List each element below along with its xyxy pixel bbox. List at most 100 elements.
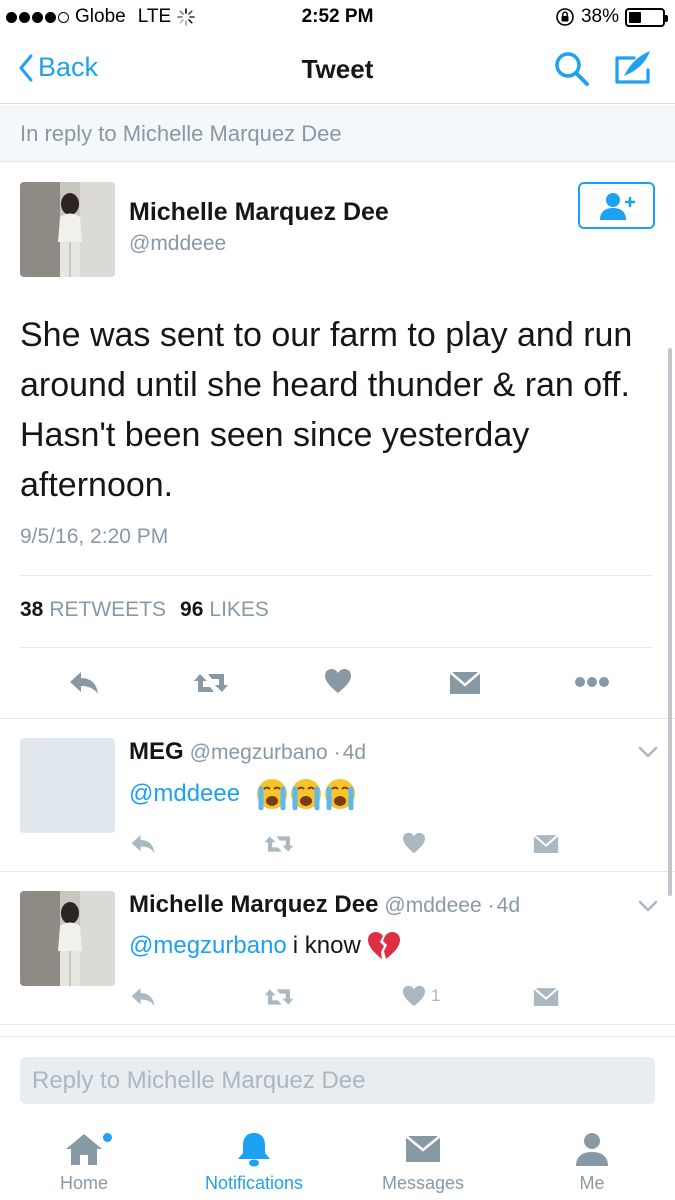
broken-heart-icon: [367, 932, 400, 959]
divider: [0, 718, 675, 719]
direct-message-button[interactable]: [533, 833, 559, 855]
tab-notifications[interactable]: Notifications: [184, 1131, 324, 1194]
author-handle[interactable]: @mddeee: [129, 232, 226, 256]
direct-message-button[interactable]: [449, 670, 481, 696]
direct-message-button[interactable]: [533, 986, 559, 1008]
like-button[interactable]: [402, 832, 426, 854]
retweets-label: RETWEETS: [49, 598, 167, 621]
author-name[interactable]: Michelle Marquez Dee: [129, 198, 389, 227]
like-button[interactable]: [324, 668, 352, 694]
emoji-group: [256, 778, 356, 810]
retweet-button[interactable]: [192, 670, 230, 696]
avatar-photo: [20, 891, 115, 986]
battery-fill: [629, 11, 642, 23]
reply-author-name[interactable]: MEG: [129, 738, 184, 766]
likes-stat[interactable]: 96 LIKES: [180, 598, 269, 622]
chevron-down-icon: [638, 900, 658, 912]
heart-icon: [403, 985, 425, 1007]
avatar-photo: [20, 182, 115, 277]
status-right: 38%: [555, 6, 668, 28]
tab-bar: Home Notifications Messages Me: [0, 1121, 675, 1200]
like-count: 1: [431, 986, 441, 1005]
retweet-button[interactable]: [263, 986, 295, 1008]
tab-me[interactable]: Me: [522, 1131, 662, 1194]
person-icon: [576, 1133, 608, 1166]
reply-icon: [131, 835, 155, 853]
divider: [0, 871, 675, 872]
reply-input[interactable]: [20, 1057, 655, 1104]
tab-messages[interactable]: Messages: [353, 1131, 493, 1194]
reply-button[interactable]: [130, 833, 156, 855]
likes-count: 96: [180, 598, 204, 621]
compose-tweet-button[interactable]: [612, 48, 654, 93]
reply-author-handle[interactable]: @mddeee: [384, 894, 481, 918]
more-options-button[interactable]: [574, 676, 610, 688]
crying-face-icon: [291, 779, 322, 810]
reply-avatar-placeholder[interactable]: [20, 738, 115, 833]
crying-face-icon: [257, 779, 288, 810]
like-button[interactable]: 1: [402, 985, 440, 1007]
rotation-lock-icon: [556, 8, 574, 26]
follow-button[interactable]: [578, 182, 655, 229]
tab-home[interactable]: Home: [14, 1131, 154, 1194]
heart-icon: [403, 832, 425, 854]
reply-author-name[interactable]: Michelle Marquez Dee: [129, 891, 378, 919]
envelope-icon: [533, 834, 559, 853]
reply-time: 4d: [342, 741, 367, 764]
crying-face-icon: [325, 779, 356, 810]
search-button[interactable]: [553, 50, 591, 93]
reply-separator: ·: [333, 741, 341, 764]
retweets-count: 38: [20, 598, 44, 621]
heart-icon: [325, 669, 351, 693]
status-bar: Globe LTE 2:52 PM 38%: [0, 0, 675, 36]
reply-menu-button[interactable]: [638, 899, 658, 917]
reply-actions: 1: [0, 981, 675, 1017]
reply-button[interactable]: [130, 986, 156, 1008]
reply-actions: [0, 828, 675, 864]
reply-mention[interactable]: @megzurbano: [129, 932, 287, 960]
author-avatar[interactable]: [20, 182, 115, 277]
retweet-icon: [264, 989, 294, 1005]
reply-header: MEG @megzurbano · 4d: [129, 738, 366, 766]
compose-quill-icon: [615, 51, 650, 84]
home-notification-dot: [103, 1133, 112, 1142]
tab-messages-label: Messages: [381, 1173, 465, 1193]
reply-composer: [0, 1036, 675, 1121]
tweet-text: She was sent to our farm to play and run…: [20, 316, 633, 504]
tweet-stats: 38 RETWEETS 96 LIKES: [20, 598, 275, 622]
divider: [0, 1024, 675, 1025]
reply-avatar[interactable]: [20, 891, 115, 986]
reply-text: @mddeee: [129, 778, 356, 810]
search-icon: [555, 52, 589, 86]
more-dots-icon: [575, 677, 609, 687]
reply-header: Michelle Marquez Dee @mddeee · 4d: [129, 891, 520, 919]
reply-icon: [131, 988, 155, 1006]
retweet-icon: [264, 836, 294, 852]
nav-bar: Back Tweet: [0, 36, 675, 104]
reply-button[interactable]: [68, 670, 100, 696]
envelope-icon: [533, 987, 559, 1006]
divider: [20, 647, 652, 648]
tab-me-label: Me: [579, 1173, 605, 1193]
scrollbar[interactable]: [668, 348, 672, 896]
reply-time: 4d: [496, 894, 520, 917]
retweets-stat[interactable]: 38 RETWEETS: [20, 598, 166, 622]
in-reply-to-banner[interactable]: In reply to Michelle Marquez Dee: [0, 105, 675, 162]
retweet-button[interactable]: [263, 833, 295, 855]
divider: [20, 575, 652, 576]
tweet-date[interactable]: 9/5/16, 2:20 PM: [20, 525, 168, 549]
likes-label: LIKES: [209, 598, 269, 621]
tweet-actions: [0, 658, 675, 718]
add-user-icon: [599, 192, 635, 220]
retweet-icon: [194, 674, 228, 692]
chevron-down-icon: [638, 746, 658, 758]
reply-body: i know: [292, 932, 361, 959]
tab-notifications-label: Notifications: [204, 1173, 304, 1193]
home-icon: [66, 1134, 102, 1165]
battery-icon: [625, 7, 668, 27]
envelope-icon: [449, 671, 481, 694]
reply-menu-button[interactable]: [638, 745, 658, 763]
reply-mention[interactable]: @mddeee: [129, 780, 240, 808]
reply-author-handle[interactable]: @megzurbano: [190, 741, 328, 765]
reply-separator: ·: [487, 894, 495, 917]
